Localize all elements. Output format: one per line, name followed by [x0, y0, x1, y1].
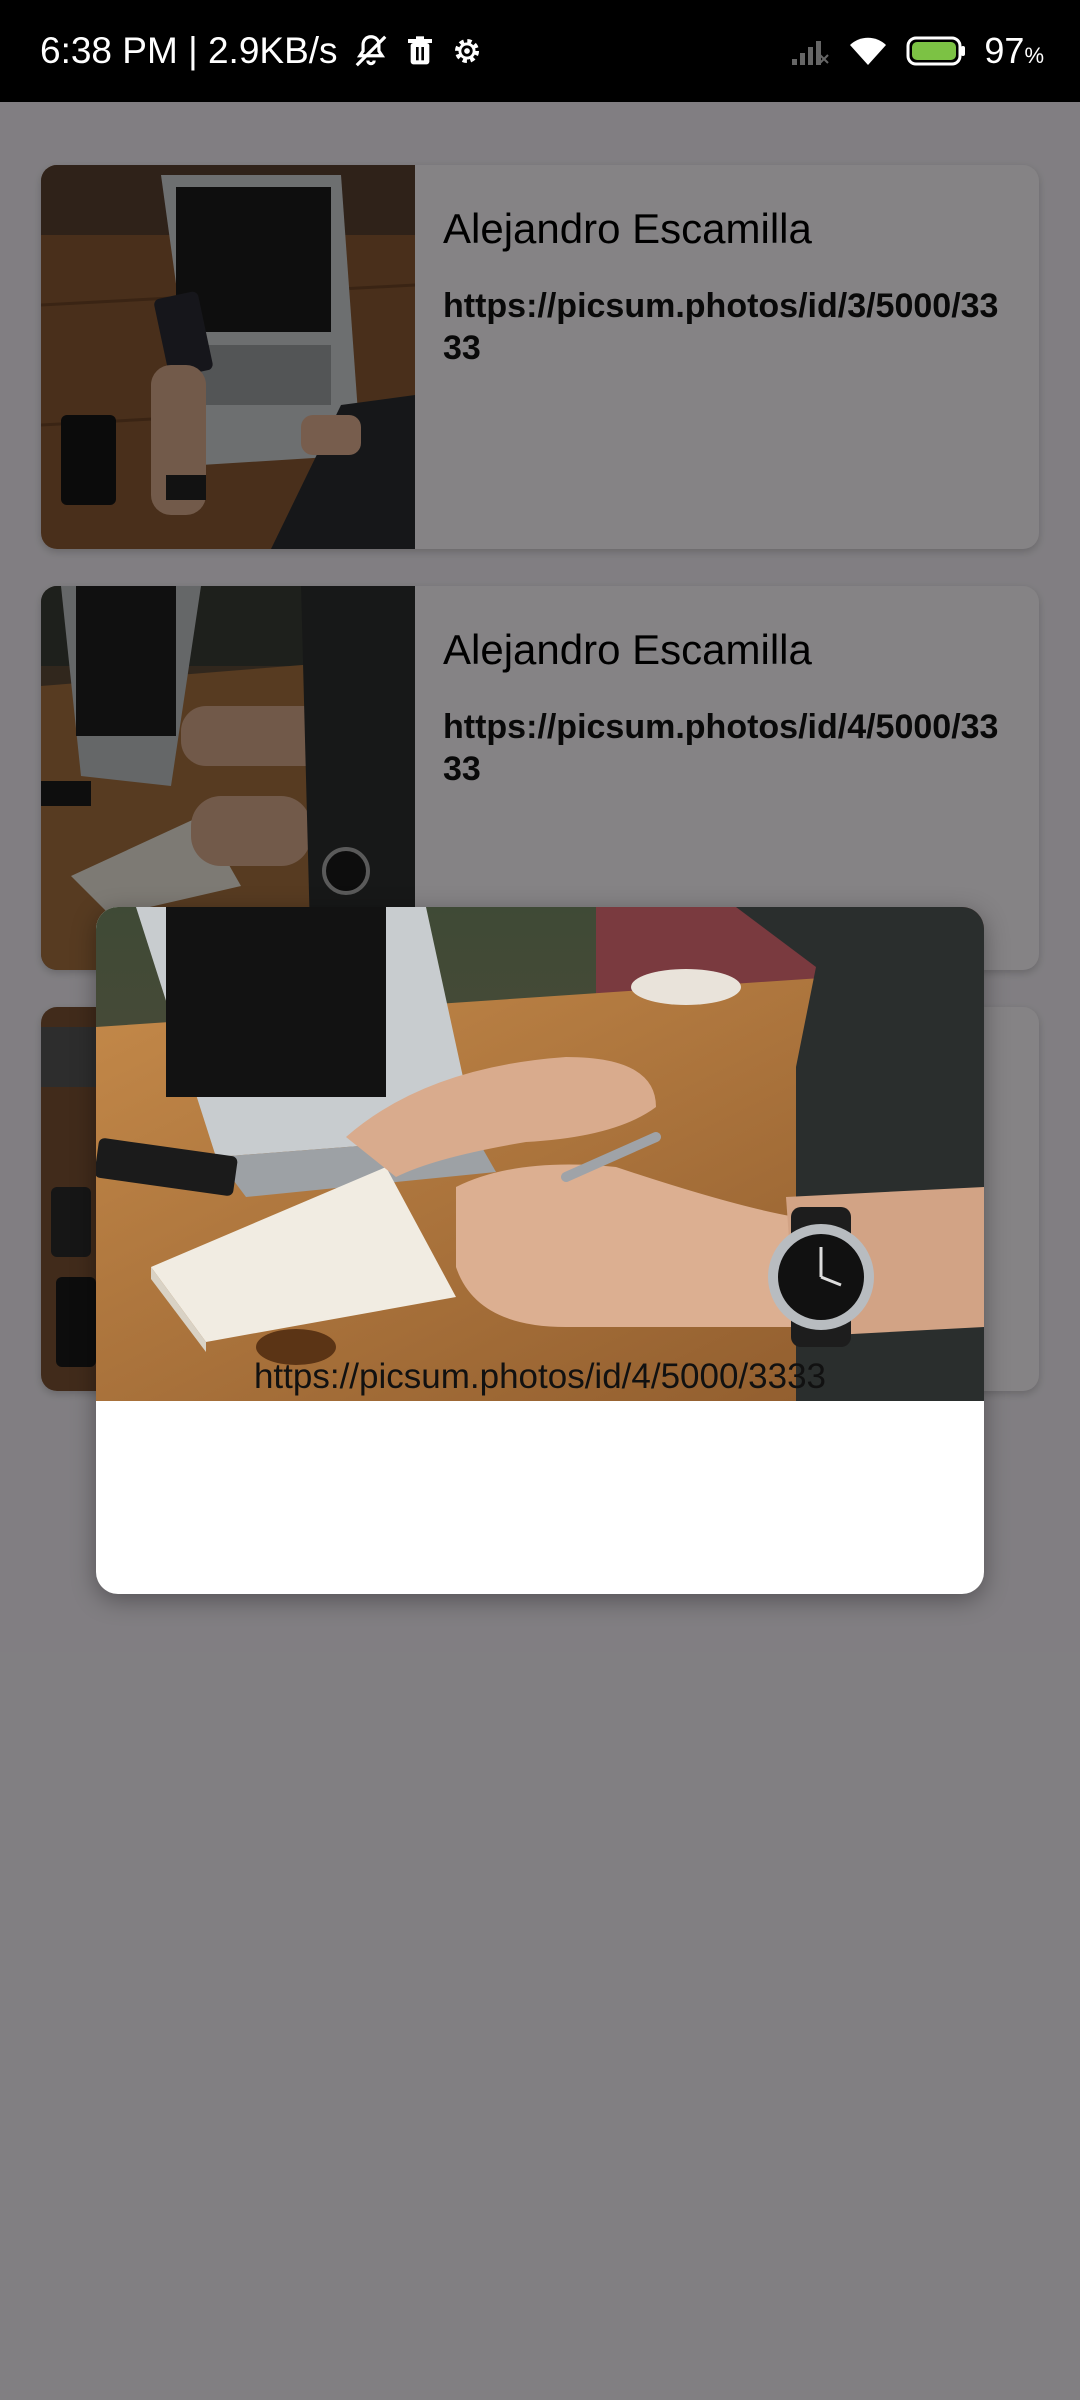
status-left: 6:38 PM | 2.9KB/s — [40, 0, 484, 102]
gear-icon — [450, 34, 484, 68]
photo-dialog: https://picsum.photos/id/4/5000/3333 — [96, 907, 984, 1594]
signal-icon — [790, 35, 830, 67]
status-bar: 6:38 PM | 2.9KB/s 97% — [0, 0, 1080, 102]
wifi-icon — [848, 35, 888, 67]
battery-percent: 97% — [984, 30, 1044, 71]
bell-muted-icon — [352, 32, 390, 70]
battery-icon — [906, 35, 966, 67]
dialog-photo — [96, 907, 984, 1401]
dialog-url: https://picsum.photos/id/4/5000/3333 — [253, 1357, 827, 1396]
trash-icon — [404, 34, 436, 68]
status-time-speed: 6:38 PM | 2.9KB/s — [40, 30, 338, 71]
status-right: 97% — [790, 0, 1044, 102]
